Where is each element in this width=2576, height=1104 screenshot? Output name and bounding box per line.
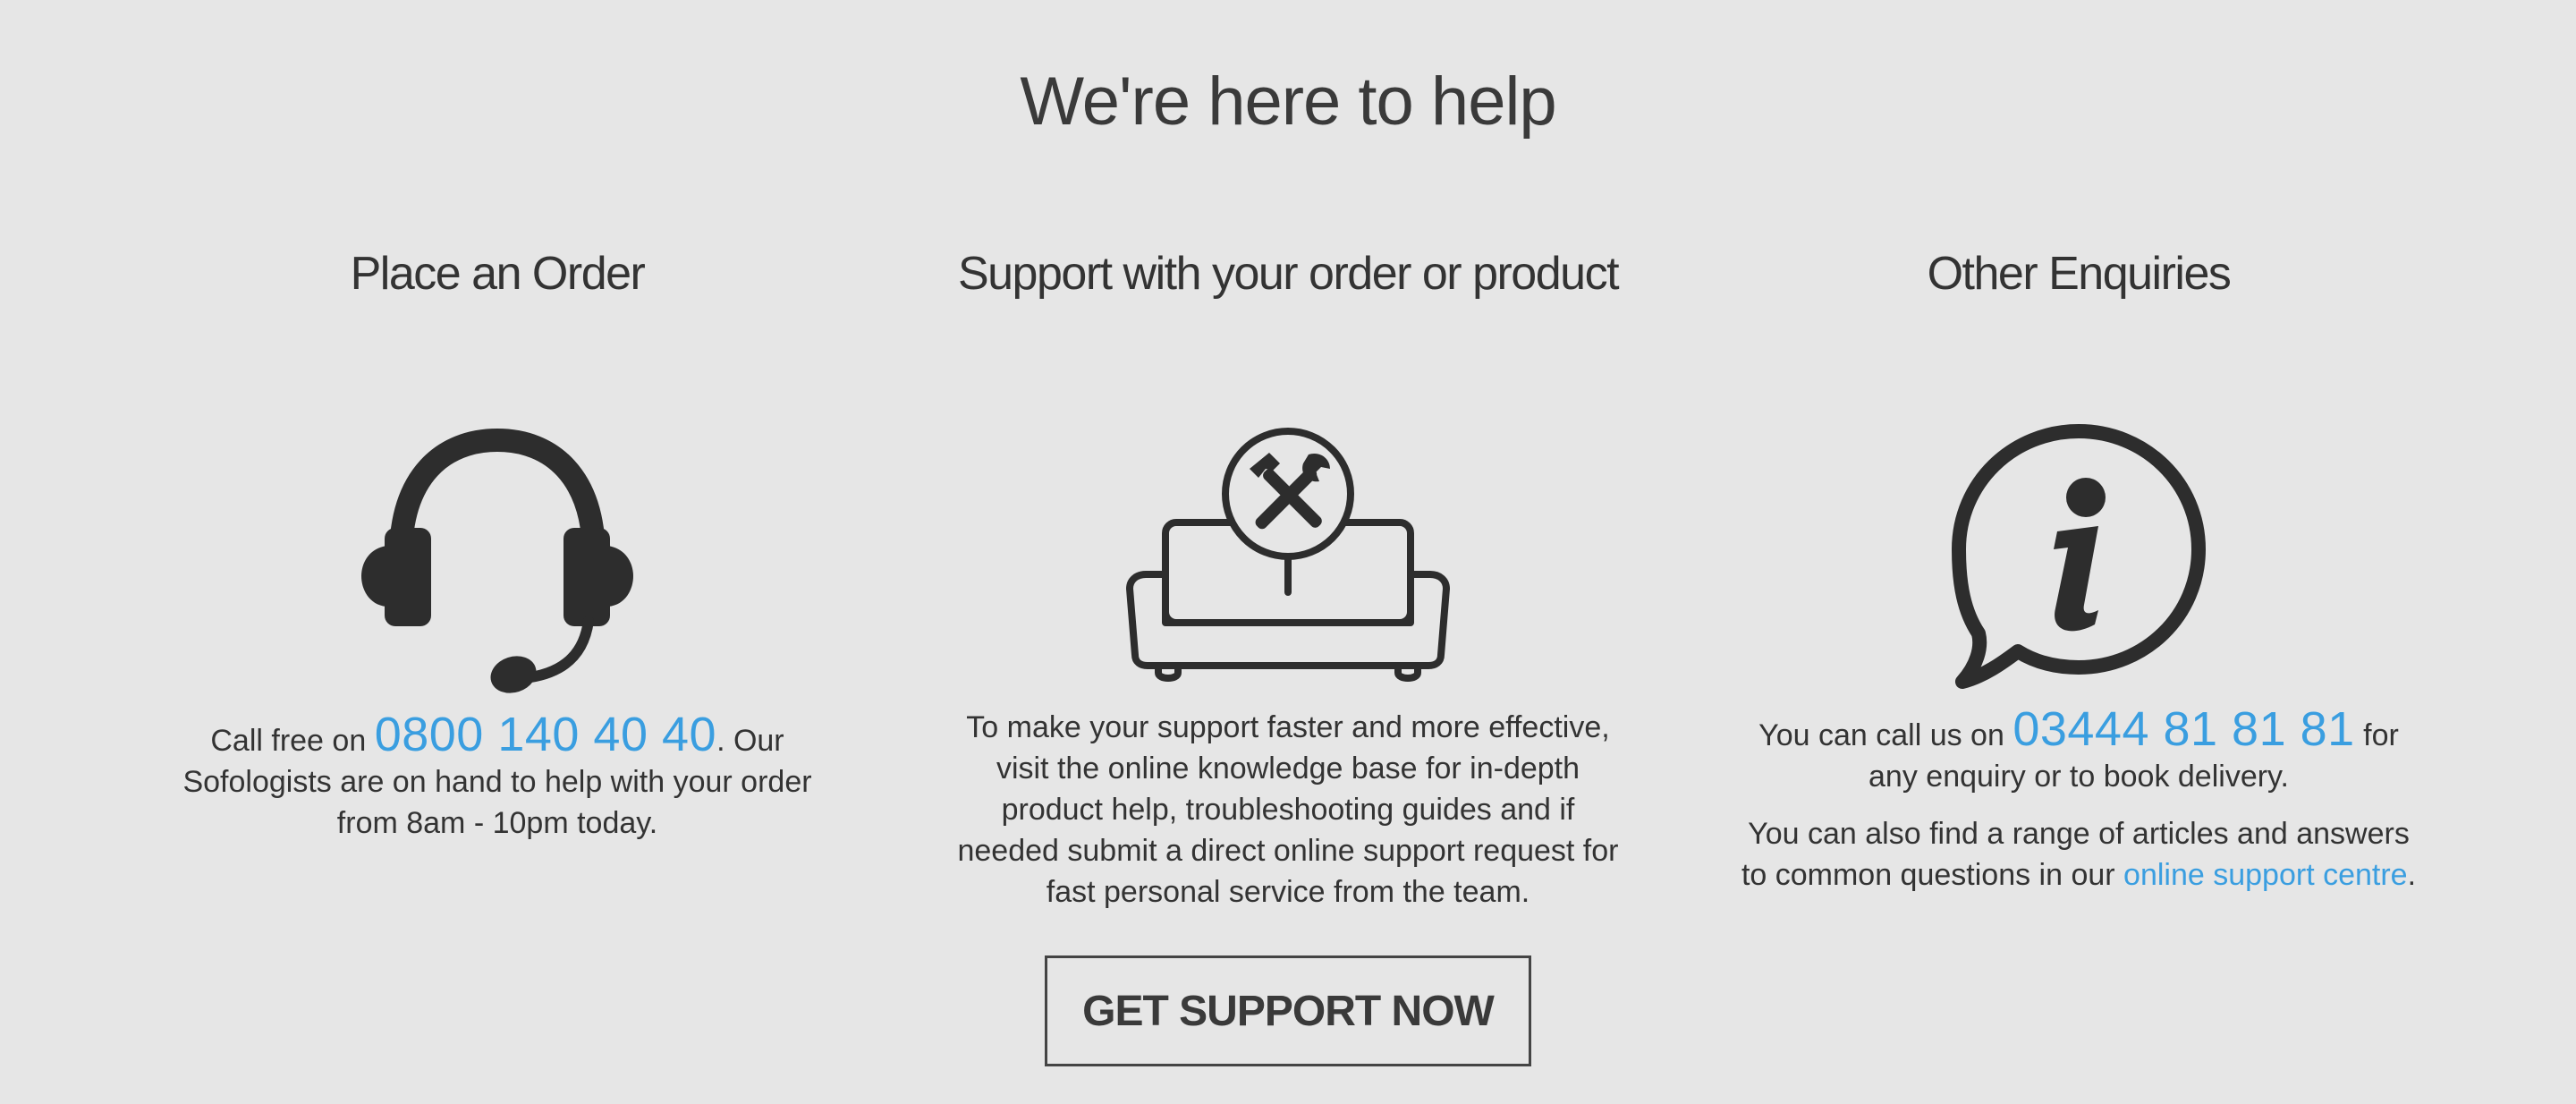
online-support-centre-link[interactable]: online support centre [2123,858,2408,892]
page-title: We're here to help [1020,64,1556,140]
other-text-before: You can call us on [1758,718,2013,752]
other-second-after: . [2407,858,2417,892]
sofa-tools-icon [1126,428,1450,682]
other-enquiries-section: Other Enquiries You can call us on 03444… [1739,242,2419,896]
headset-icon [361,428,633,693]
place-order-section: Place an Order Call free on 0800 140 40 … [157,242,837,844]
other-enquiries-heading: Other Enquiries [1927,248,2232,300]
order-phone-link[interactable]: 0800 140 40 40 [375,708,716,761]
place-order-text: Call free on 0800 140 40 40. Our Sofolog… [157,710,837,844]
support-heading: Support with your order or product [957,248,1620,300]
other-articles-text: You can also find a range of articles an… [1739,813,2419,896]
order-text-before: Call free on [210,724,375,758]
support-section: Support with your order or product To ma… [948,242,1628,1066]
other-call-text: You can call us on 03444 81 81 81 for an… [1739,705,2419,797]
get-support-now-button[interactable]: GET SUPPORT NOW [1045,955,1531,1066]
support-text: To make your support faster and more eff… [957,710,1619,909]
other-phone-link[interactable]: 03444 81 81 81 [2012,702,2354,756]
info-speech-bubble-icon [1952,424,2206,689]
place-order-heading: Place an Order [350,248,646,300]
